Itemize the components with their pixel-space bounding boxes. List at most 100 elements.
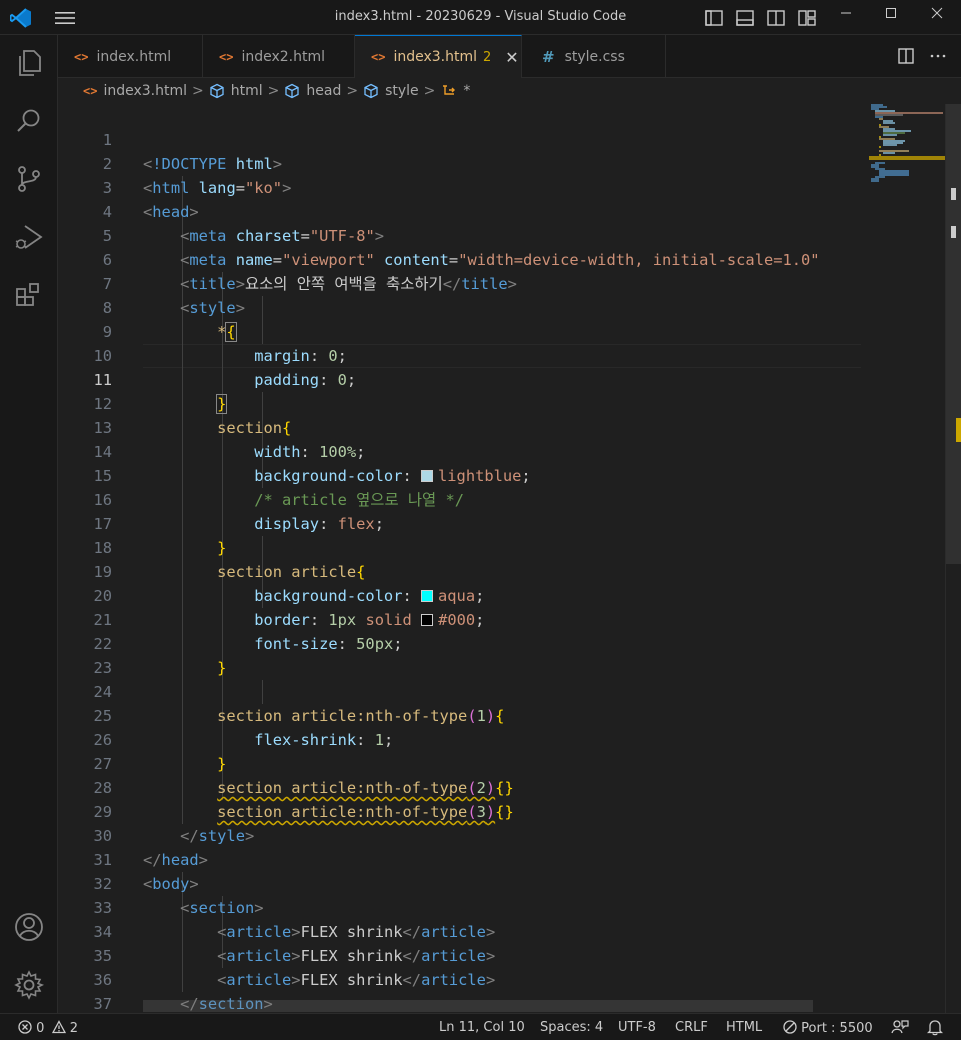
chevron-right-icon: > [346,83,359,99]
feedback-icon[interactable] [891,1018,909,1040]
code-line: 12 section{ [93,395,292,437]
code-line: 31 <body> [93,851,199,893]
status-bar: 0 2 Ln 11, Col 10 Spaces: 4 UTF-8 CRLF H… [0,1013,961,1040]
tab-label: index2.html [241,48,326,65]
code-line: 14 background-color: lightblue; [93,443,531,485]
code-line: 8 *{ [102,299,237,342]
breadcrumb-file-label: index3.html [103,83,188,99]
code-line: 30 </head> [93,827,208,869]
breadcrumb-style-label: style [385,83,419,99]
breadcrumb-selector-label: * [463,83,471,99]
code-line: 3 <head> [102,179,199,221]
code-line-current: 11 } [93,371,228,414]
code-editor[interactable]: 1 <!DOCTYPE html> 2 <html lang="ko"> 3 <… [58,104,945,1013]
tab-style-css[interactable]: # style.css [522,35,666,78]
code-line: 21 font-size: 50px; [93,611,403,653]
code-line: 13 width: 100%; [93,419,366,461]
code-line: 9 margin: 0; [102,323,347,365]
explorer-icon[interactable] [13,47,45,79]
close-window-button[interactable] [922,7,952,27]
more-actions-icon[interactable] [929,47,947,65]
title-bar: index3.html - 20230629 - Visual Studio C… [0,0,961,35]
source-control-icon[interactable] [13,163,45,195]
element-cube-icon [364,83,378,99]
toggle-panel-icon[interactable] [735,9,758,27]
cursor-marker [951,226,956,238]
html-file-icon: <> [219,49,234,64]
language-mode[interactable]: HTML [726,1020,762,1035]
maximize-button[interactable] [876,7,906,27]
chevron-right-icon: > [192,83,204,99]
code-line: 36 </section> [93,971,273,1013]
extensions-icon[interactable] [13,279,45,311]
code-line: 15 /* article 옆으로 나열 */ [93,467,464,509]
live-server-port[interactable]: Port : 5500 [783,1020,873,1036]
code-line: 2 <html lang="ko"> [102,155,292,197]
code-line: 5 <meta name="viewport" content="width=d… [102,227,820,269]
code-line: 23 [93,659,112,677]
code-line-warning: 28 section article:nth-of-type(3){} [93,779,514,821]
split-editor-icon[interactable] [897,47,915,65]
tab-label: style.css [564,48,625,65]
html-file-icon: <> [83,84,98,98]
code-line: 34 <article>FLEX shrink</article> [93,923,496,965]
breadcrumb-html[interactable]: html [209,83,263,99]
close-tab-icon[interactable]: ✕ [505,48,518,67]
code-line: 6 <title>요소의 안쪽 여백을 축소하기</title> [102,251,517,293]
minimap[interactable] [869,104,945,184]
minimize-button[interactable] [831,7,861,27]
breadcrumb-style[interactable]: style [363,83,419,99]
layout-controls [704,9,828,27]
vertical-scrollbar[interactable] [945,104,961,1013]
warning-marker [956,418,961,442]
tab-index2-html[interactable]: <> index2.html [203,35,355,78]
code-line: 32 <section> [93,875,264,917]
html-file-icon: <> [74,49,89,64]
breadcrumb-head[interactable]: head [284,83,341,99]
code-line-warning: 27 section article:nth-of-type(2){} [93,755,514,797]
css-file-icon: # [542,47,555,66]
code-line: 26 } [93,731,227,773]
tab-index-html[interactable]: <> index.html [58,35,203,78]
accounts-icon[interactable] [13,911,45,943]
tab-actions [897,47,947,65]
element-cube-icon [210,83,224,99]
port-label: Port : 5500 [801,1021,873,1036]
code-line: 1 <!DOCTYPE html> [102,131,283,173]
end-of-line[interactable]: CRLF [675,1020,708,1035]
run-and-debug-icon[interactable] [13,221,45,253]
code-line: 19 background-color: aqua; [93,563,485,605]
breadcrumb-selector[interactable]: * [440,83,470,99]
code-line: 33 <article>FLEX shrink</article> [93,899,496,941]
code-line: 17 } [93,515,227,557]
error-icon [18,1020,32,1034]
problems-indicator[interactable]: 0 2 [18,1020,78,1036]
activity-bar [0,35,58,1013]
code-line: 20 border: 1px solid #000; [93,587,485,629]
cursor-position[interactable]: Ln 11, Col 10 [439,1020,525,1035]
element-cube-icon [285,83,300,99]
encoding[interactable]: UTF-8 [618,1020,656,1035]
horizontal-scrollbar[interactable] [143,1000,813,1012]
code-line: 37 </body> [93,995,112,1013]
toggle-primary-sidebar-icon[interactable] [704,9,727,27]
notifications-bell-icon[interactable] [926,1018,944,1040]
editor-tabs: <> index.html <> index2.html <> index3.h… [58,35,961,78]
tab-label: index3.html [393,49,478,65]
breadcrumb-file[interactable]: <> index3.html [83,83,187,99]
warning-icon [51,1020,66,1034]
manage-gear-icon[interactable] [13,969,45,1001]
chevron-right-icon: > [423,83,436,99]
customize-layout-icon[interactable] [797,9,820,27]
cursor-marker [951,188,956,200]
indentation[interactable]: Spaces: 4 [540,1020,603,1035]
search-icon[interactable] [13,105,45,137]
code-line: 35 <article>FLEX shrink</article> [93,947,496,989]
css-rule-icon [443,85,456,95]
tab-index3-html[interactable]: <> index3.html 2 ✕ [355,35,522,78]
code-line: 29 </style> [93,803,255,845]
scrollbar-thumb[interactable] [946,104,961,564]
warning-count: 2 [69,1021,78,1036]
code-line: 18 section article{ [93,539,366,581]
toggle-secondary-sidebar-icon[interactable] [766,9,789,27]
